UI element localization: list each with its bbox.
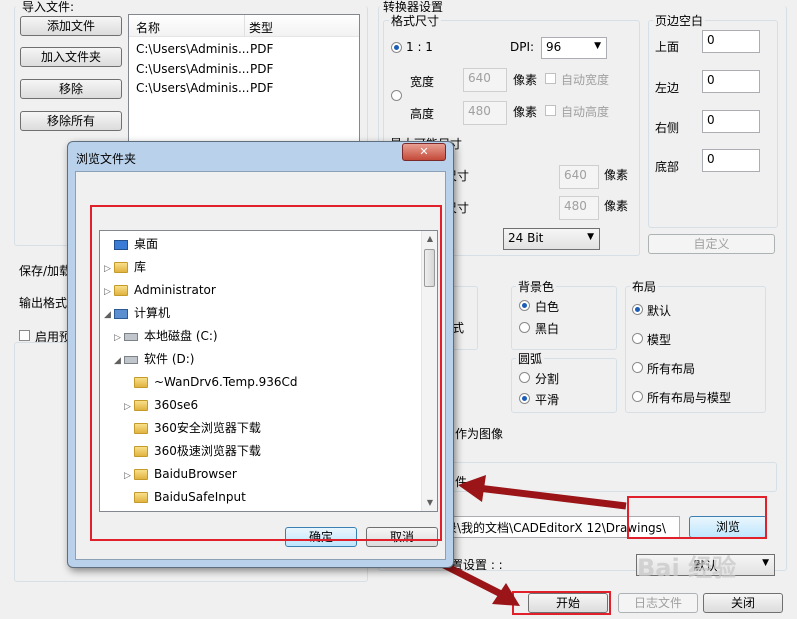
arrow-to-browse-head <box>458 475 486 502</box>
close-icon: ✕ <box>419 145 429 158</box>
dialog-highlight <box>90 205 442 541</box>
dialog-close-button[interactable]: ✕ <box>402 143 446 161</box>
arrow-to-start-line <box>438 559 507 600</box>
arrow-to-browse-line <box>477 484 627 510</box>
dialog-title: 浏览文件夹 <box>76 152 137 166</box>
